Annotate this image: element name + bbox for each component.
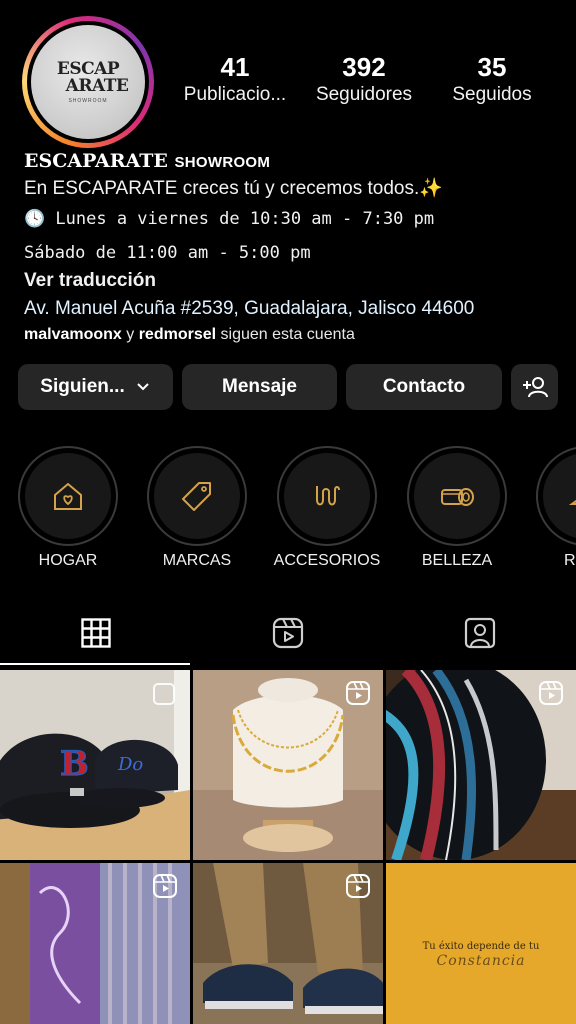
bio-line-1: En ESCAPARATE creces tú y crecemos todos… <box>24 178 443 199</box>
logo-text-1: ESCAP <box>56 58 120 79</box>
profile-avatar-ring[interactable]: ESCAP ARATE SHOWROOM <box>22 16 154 148</box>
post-textiles[interactable] <box>0 863 190 1024</box>
grid-icon <box>81 618 111 648</box>
quote-line-2: Constancia <box>436 953 526 969</box>
avatar-gap: ESCAP ARATE SHOWROOM <box>27 21 149 143</box>
stat-following[interactable]: 35 Seguidos <box>429 52 555 108</box>
mutual-and: y <box>121 326 139 343</box>
svg-text:Do: Do <box>117 754 143 775</box>
translate-link[interactable]: Ver traducción <box>24 270 156 292</box>
post-quote[interactable]: Tu éxito depende de tu Constancia <box>386 863 576 1024</box>
following-label: Seguidos <box>452 84 532 105</box>
followers-count: 392 <box>342 52 386 82</box>
avatar: ESCAP ARATE SHOWROOM <box>31 25 145 139</box>
tag-icon <box>182 482 211 511</box>
post-caps-image: B Do <box>0 670 190 860</box>
profile-name-main: ESCAPARATE <box>24 150 168 172</box>
house-heart-icon <box>54 482 82 510</box>
profile-name: ESCAPARATE SHOWROOM <box>24 150 270 172</box>
tagged-user-icon <box>464 617 496 649</box>
logo-text-2: ARATE <box>65 75 129 96</box>
cosmetics-icon <box>441 488 474 506</box>
post-textiles-image <box>0 863 190 1024</box>
chain-icon <box>316 486 340 506</box>
profile-name-small: SHOWROOM <box>174 154 271 171</box>
add-user-button[interactable] <box>511 364 558 410</box>
stat-posts[interactable]: 41 Publicacio... <box>172 52 298 108</box>
chevron-down-icon <box>137 383 149 391</box>
following-label: Siguien... <box>40 376 125 397</box>
tab-reels[interactable] <box>192 610 384 656</box>
bio-line-2: 🕓 Lunes a viernes de 10:30 am - 7:30 pm <box>24 209 434 229</box>
mutual-follower-2: redmorsel <box>138 326 217 343</box>
address-link[interactable]: Av. Manuel Acuña #2539, Guadalajara, Jal… <box>24 298 474 320</box>
add-user-icon <box>522 377 548 398</box>
mutual-tail: siguen esta cuenta <box>216 326 355 343</box>
post-necklace-image <box>193 670 383 860</box>
post-resin-art-image <box>386 670 576 860</box>
stat-followers[interactable]: 392 Seguidores <box>301 52 427 108</box>
logo-text-3: SHOWROOM <box>68 97 108 104</box>
post-caps[interactable]: B Do <box>0 670 190 860</box>
bio-hours-weekday: Lunes a viernes de 10:30 am - 7:30 pm <box>55 209 435 229</box>
quote-line-1: Tu éxito depende de tu <box>422 941 540 952</box>
hanger-icon <box>568 499 576 505</box>
active-tab-indicator <box>0 663 190 665</box>
post-resin-art[interactable] <box>386 670 576 860</box>
highlight-label: BELLEZA <box>421 552 493 569</box>
post-sneakers[interactable] <box>193 863 383 1024</box>
highlight-label: R <box>564 552 576 569</box>
following-count: 35 <box>477 52 507 82</box>
highlight-hogar[interactable]: HOGAR <box>18 446 118 569</box>
mutual-followers[interactable]: malvamoonx y redmorsel siguen esta cuent… <box>24 326 355 344</box>
highlight-belleza[interactable]: BELLEZA <box>407 446 507 569</box>
post-necklace[interactable] <box>193 670 383 860</box>
mutual-follower-1: malvamoonx <box>24 326 122 343</box>
reels-icon <box>272 617 304 649</box>
svg-text:B: B <box>60 744 89 784</box>
posts-label: Publicacio... <box>183 84 287 105</box>
tab-grid[interactable] <box>0 610 192 656</box>
tab-tagged[interactable] <box>384 610 576 656</box>
contact-button[interactable]: Contacto <box>346 364 502 410</box>
message-button[interactable]: Mensaje <box>182 364 337 410</box>
clock-icon: 🕓 <box>24 209 46 229</box>
following-button[interactable]: Siguien... <box>18 364 173 410</box>
highlight-accesorios[interactable]: ACCESORIOS <box>274 446 380 569</box>
bio-hours-saturday: Sábado de 11:00 am - 5:00 pm <box>24 243 311 263</box>
highlight-marcas[interactable]: MARCAS <box>147 446 247 569</box>
followers-label: Seguidores <box>315 84 413 105</box>
post-sneakers-image <box>193 863 383 1024</box>
posts-count: 41 <box>220 52 250 82</box>
